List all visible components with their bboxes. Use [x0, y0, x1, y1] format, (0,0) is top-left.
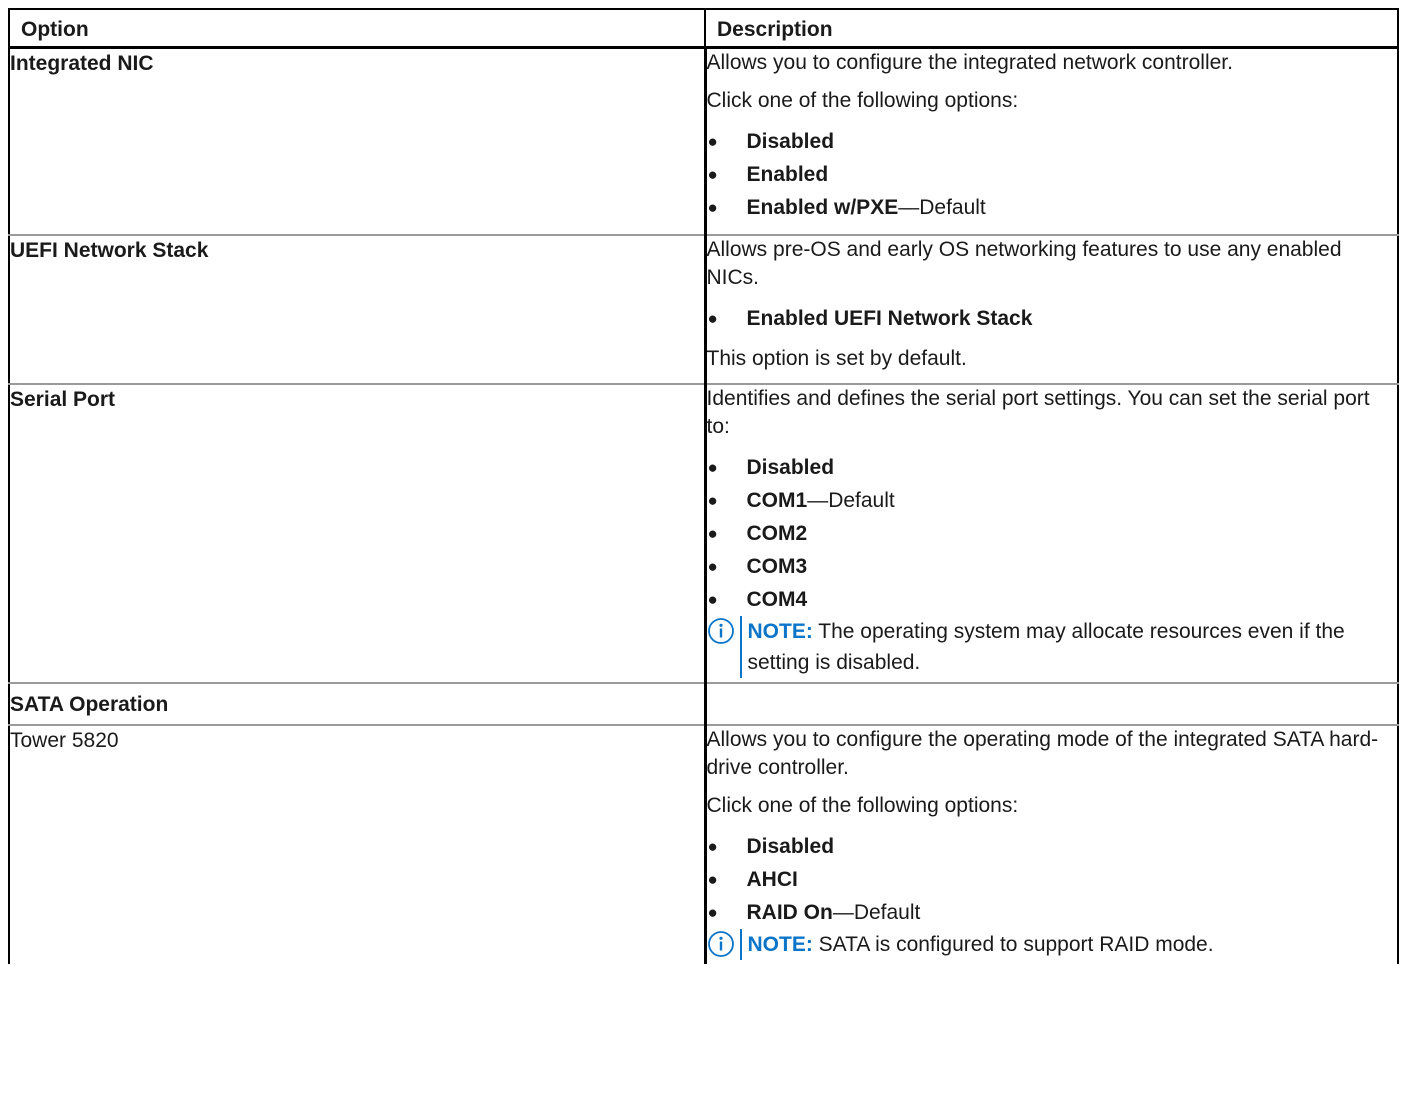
option-name: SATA Operation — [8, 682, 707, 726]
bullet-icon: ● — [707, 131, 718, 151]
option-value: Disabled — [746, 834, 835, 858]
info-icon — [707, 617, 734, 644]
option-value: Disabled — [746, 455, 835, 479]
bullet-icon: ● — [707, 523, 718, 543]
bullet-icon: ● — [707, 902, 718, 922]
option-value: COM1 — [746, 488, 808, 512]
bullet-icon: ● — [707, 197, 718, 217]
table-row-integrated-nic: Integrated NIC Allows you to configure t… — [8, 47, 1399, 236]
bullet-icon: ● — [707, 556, 718, 576]
note-text: The operating system may allocate resour… — [747, 619, 1345, 674]
option-value: Enabled w/PXE — [746, 195, 899, 219]
note-body: NOTE: The operating system may allocate … — [739, 615, 1398, 678]
description-text: Allows pre-OS and early OS networking fe… — [706, 237, 1342, 289]
option-value: Enabled — [746, 162, 829, 186]
list-item: ● Enabled w/PXE—Default — [707, 191, 1398, 224]
list-item: ● COM1—Default — [707, 484, 1398, 517]
bios-options-table: Option Description Integrated NIC Allows… — [8, 8, 1399, 964]
table-row-serial-port: Serial Port Identifies and defines the s… — [8, 383, 1399, 684]
option-value: COM3 — [746, 554, 808, 578]
note-callout: NOTE: SATA is configured to support RAID… — [707, 928, 1398, 960]
description-text: Allows you to configure the integrated n… — [706, 50, 1233, 74]
table-header-row: Option Description — [8, 8, 1399, 49]
option-description: Allows pre-OS and early OS networking fe… — [705, 234, 1399, 385]
description-prompt: Click one of the following options: — [706, 793, 1019, 817]
bullet-icon: ● — [707, 308, 718, 328]
list-item: ● COM3 — [707, 550, 1398, 583]
bullet-icon: ● — [707, 457, 718, 477]
option-list: ● Enabled UEFI Network Stack — [707, 302, 1398, 335]
default-marker: —Default — [898, 195, 986, 219]
option-value: RAID On — [746, 900, 833, 924]
info-icon — [707, 930, 734, 957]
option-name: Serial Port — [8, 383, 707, 684]
option-value: Disabled — [746, 129, 835, 153]
description-text: Identifies and defines the serial port s… — [706, 386, 1370, 438]
note-text: SATA is configured to support RAID mode. — [812, 932, 1214, 956]
option-description — [705, 682, 1399, 726]
option-description: Identifies and defines the serial port s… — [705, 383, 1399, 684]
option-description: Allows you to configure the operating mo… — [705, 724, 1399, 964]
table-row-uefi-network-stack: UEFI Network Stack Allows pre-OS and ear… — [8, 234, 1399, 385]
description-prompt: Click one of the following options: — [706, 88, 1019, 112]
table-row-sata-operation: SATA Operation — [8, 682, 1399, 726]
description-text: Allows you to configure the operating mo… — [706, 727, 1379, 779]
list-item: ● Disabled — [707, 451, 1398, 484]
option-list: ● Disabled ● AHCI ● RAID On—Default — [707, 830, 1398, 929]
default-marker: —Default — [832, 900, 921, 924]
note-label: NOTE: — [747, 619, 813, 643]
bullet-icon: ● — [707, 869, 718, 889]
option-list: ● Disabled ● COM1—Default ● COM2 ● COM3 ● COM… — [707, 451, 1398, 616]
description-footer: This option is set by default. — [706, 346, 967, 370]
bullet-icon: ● — [707, 589, 718, 609]
option-value: Enabled UEFI Network Stack — [746, 306, 1033, 330]
option-value: COM2 — [746, 521, 808, 545]
option-description: Allows you to configure the integrated n… — [705, 47, 1399, 236]
list-item: ● RAID On—Default — [707, 896, 1398, 929]
list-item: ● Disabled — [707, 830, 1398, 863]
default-marker: —Default — [807, 488, 895, 512]
option-name: UEFI Network Stack — [8, 234, 707, 385]
list-item: ● COM4 — [707, 583, 1398, 616]
list-item: ● COM2 — [707, 517, 1398, 550]
note-label: NOTE: — [747, 932, 813, 956]
header-description: Description — [705, 8, 1399, 49]
note-callout: NOTE: The operating system may allocate … — [707, 615, 1398, 678]
list-item: ● Disabled — [707, 125, 1398, 158]
list-item: ● AHCI — [707, 863, 1398, 896]
bullet-icon: ● — [707, 164, 718, 184]
list-item: ● Enabled UEFI Network Stack — [707, 302, 1398, 335]
header-option: Option — [8, 8, 706, 49]
option-name: Integrated NIC — [8, 47, 707, 236]
list-item: ● Enabled — [707, 158, 1398, 191]
bullet-icon: ● — [707, 836, 718, 856]
option-list: ● Disabled ● Enabled ● Enabled w/PXE—Defaul… — [707, 125, 1398, 224]
option-name: Tower 5820 — [8, 724, 707, 964]
note-body: NOTE: SATA is configured to support RAID… — [739, 928, 1214, 960]
table-row-tower-5820: Tower 5820 Allows you to configure the o… — [8, 724, 1399, 964]
bullet-icon: ● — [707, 490, 718, 510]
option-value: AHCI — [746, 867, 798, 891]
option-value: COM4 — [746, 587, 808, 611]
